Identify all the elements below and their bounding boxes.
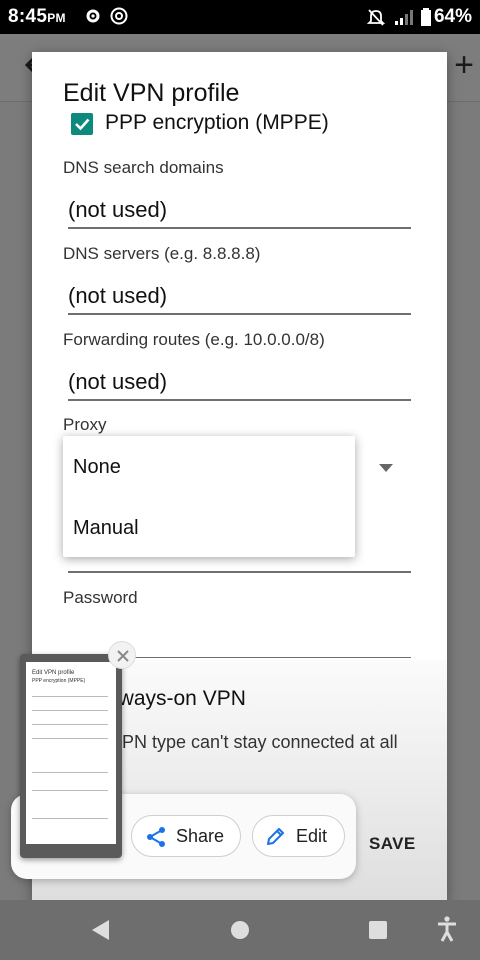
thumb-title: Edit VPN profile [32, 670, 75, 676]
mute-icon [366, 7, 386, 32]
chrome-notification-icon [110, 7, 128, 30]
battery-icon [420, 7, 432, 32]
proxy-field-underline [68, 571, 411, 573]
share-icon [145, 826, 167, 853]
edit-button[interactable]: Edit [252, 815, 345, 857]
nav-home-icon[interactable] [230, 920, 250, 945]
edit-label: Edit [296, 826, 328, 846]
share-button[interactable]: Share [131, 815, 241, 857]
dns-servers-label: DNS servers (e.g. 8.8.8.8) [63, 244, 261, 263]
proxy-label: Proxy [63, 415, 107, 434]
thumb-line [32, 818, 108, 819]
dns-servers-underline [68, 313, 411, 315]
ppp-encryption-label: PPP encryption (MPPE) [105, 111, 329, 134]
thumb-ppp: PPP encryption (MPPE) [32, 678, 86, 684]
forwarding-routes-underline [68, 399, 411, 401]
thumb-line [32, 696, 108, 697]
add-icon: + [454, 46, 474, 84]
signal-icon [394, 7, 414, 32]
forwarding-routes-input[interactable]: (not used) [68, 369, 167, 395]
proxy-dropdown-arrow-icon[interactable] [379, 464, 393, 472]
share-label: Share [176, 826, 225, 846]
accessibility-icon[interactable] [436, 916, 458, 947]
ppp-encryption-checkbox[interactable] [71, 113, 93, 135]
status-time: 8:45PM [8, 6, 66, 27]
thumbnail-close-button[interactable] [108, 641, 136, 669]
thumb-line [32, 710, 108, 711]
nav-recents-icon[interactable] [368, 920, 388, 945]
proxy-option-manual[interactable]: Manual [73, 517, 139, 540]
dns-servers-input[interactable]: (not used) [68, 283, 167, 309]
proxy-dropdown-menu: None Manual [63, 436, 355, 557]
dns-search-domains-underline [68, 227, 411, 229]
dns-search-domains-input[interactable]: (not used) [68, 197, 167, 223]
password-label: Password [63, 588, 138, 607]
thumb-line [32, 738, 108, 739]
dialog-title: Edit VPN profile [63, 79, 240, 107]
status-bar: 8:45PM 64% [0, 0, 480, 34]
always-on-vpn-label[interactable]: lways-on VPN [114, 687, 246, 711]
system-nav-bar [0, 900, 480, 960]
dns-search-domains-label: DNS search domains [63, 158, 224, 177]
close-icon [117, 650, 129, 662]
screenshot-thumbnail[interactable]: Edit VPN profile PPP encryption (MPPE) [20, 654, 122, 858]
thumb-line [32, 772, 108, 773]
forwarding-routes-label: Forwarding routes (e.g. 10.0.0.0/8) [63, 330, 325, 349]
thumb-line [32, 724, 108, 725]
proxy-option-none[interactable]: None [73, 456, 121, 479]
nav-back-icon[interactable] [90, 919, 112, 946]
always-on-vpn-description: PN type can't stay connected at all [122, 732, 398, 752]
settings-gear-notification-icon [84, 7, 102, 30]
thumb-line [32, 790, 108, 791]
screenshot-thumbnail-image: Edit VPN profile PPP encryption (MPPE) [26, 662, 116, 844]
battery-percent: 64% [433, 6, 472, 27]
edit-pencil-icon [264, 826, 286, 853]
save-button[interactable]: SAVE [369, 834, 416, 854]
